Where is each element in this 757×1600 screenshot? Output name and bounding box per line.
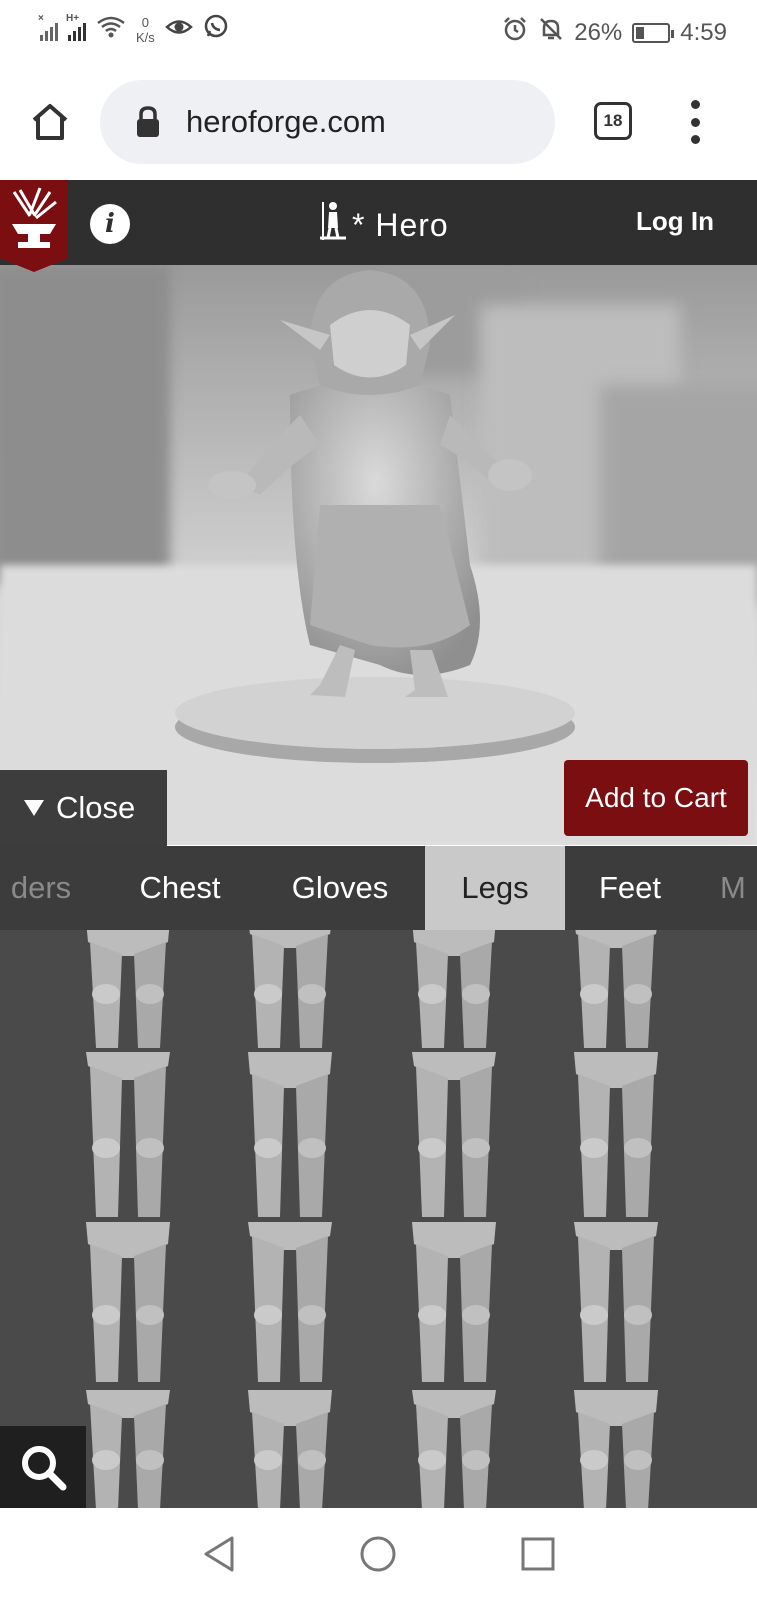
lock-icon [134, 104, 162, 140]
search-icon [22, 1446, 67, 1491]
leg-armor-option[interactable] [566, 1390, 666, 1508]
search-button[interactable] [0, 1426, 86, 1508]
leg-parts-grid [0, 930, 757, 1508]
home-icon[interactable] [26, 98, 74, 146]
clock: 4:59 [680, 18, 727, 46]
whatsapp-icon [203, 14, 229, 45]
wifi-icon [96, 15, 126, 44]
leg-armor-icon [86, 930, 170, 1048]
leg-armor-option[interactable] [404, 1222, 504, 1382]
leg-armor-icon [412, 930, 496, 1048]
tab-feet[interactable]: Feet [575, 846, 685, 930]
leg-armor-icon [248, 1390, 332, 1508]
home-nav-icon[interactable] [354, 1530, 402, 1578]
tab-gloves[interactable]: Gloves [270, 846, 410, 930]
back-nav-icon[interactable] [196, 1530, 244, 1578]
background-blur [0, 265, 170, 585]
leg-armor-icon [412, 1222, 496, 1382]
tab-chest[interactable]: Chest [120, 846, 240, 930]
leg-armor-icon [249, 930, 331, 1048]
sim2-signal-icon: H+ [66, 13, 86, 41]
leg-armor-option[interactable] [566, 1052, 666, 1217]
leg-armor-option[interactable] [566, 1222, 666, 1382]
leg-armor-icon [574, 1222, 658, 1382]
browser-toolbar: heroforge.com 18 [0, 64, 757, 180]
goblin-miniature [175, 270, 575, 763]
leg-armor-option[interactable] [78, 1222, 178, 1382]
url-text: heroforge.com [186, 104, 386, 139]
system-nav-bar [0, 1508, 757, 1600]
leg-armor-icon [412, 1052, 496, 1217]
leg-armor-option[interactable] [78, 1390, 178, 1508]
leg-armor-icon [575, 930, 657, 1048]
login-link[interactable]: Log In [636, 206, 714, 237]
leg-armor-option[interactable] [404, 1052, 504, 1217]
category-tabs: ders Chest Gloves Legs Feet M [0, 846, 757, 930]
leg-armor-icon [248, 1222, 332, 1382]
leg-armor-option[interactable] [566, 930, 666, 1048]
leg-armor-icon [86, 1390, 170, 1508]
network-speed: 0 K/s [136, 14, 155, 45]
leg-armor-icon [412, 1390, 496, 1508]
hero-title[interactable]: * Hero [318, 200, 449, 250]
leg-armor-option[interactable] [240, 930, 340, 1048]
leg-armor-icon [574, 1390, 658, 1508]
leg-armor-option[interactable] [240, 1222, 340, 1382]
more-menu-icon[interactable] [688, 100, 702, 144]
close-panel-button[interactable]: Close [0, 770, 167, 846]
hero-figure-icon [318, 200, 348, 250]
address-bar[interactable]: heroforge.com [100, 80, 555, 164]
notifications-off-icon [538, 16, 564, 49]
recents-nav-icon[interactable] [514, 1530, 562, 1578]
leg-armor-option[interactable] [78, 930, 178, 1048]
tab-shoulders[interactable]: ders [0, 846, 86, 930]
heroforge-logo[interactable] [0, 180, 68, 272]
status-bar: × H+ 0 K/s 26% 4:59 [0, 0, 757, 64]
leg-armor-option[interactable] [240, 1052, 340, 1217]
alarm-icon [502, 16, 528, 49]
battery-percent: 26% [574, 18, 623, 46]
tab-misc[interactable]: M [720, 846, 757, 930]
add-to-cart-button[interactable]: Add to Cart [564, 760, 748, 836]
eye-icon [164, 16, 193, 43]
leg-armor-icon [86, 1052, 170, 1217]
info-icon[interactable]: i [90, 204, 130, 244]
leg-armor-option[interactable] [78, 1052, 178, 1217]
leg-armor-icon [86, 1222, 170, 1382]
tab-legs[interactable]: Legs [425, 846, 565, 930]
leg-armor-icon [248, 1052, 332, 1217]
leg-armor-option[interactable] [240, 1390, 340, 1508]
miniature-3d-viewport[interactable] [0, 265, 757, 845]
battery-icon [632, 22, 675, 43]
leg-armor-option[interactable] [404, 930, 504, 1048]
caret-down-icon [24, 800, 44, 816]
sim1-signal-icon: × [38, 13, 58, 41]
leg-armor-icon [574, 1052, 658, 1217]
tab-switcher-button[interactable]: 18 [594, 102, 632, 140]
leg-armor-option[interactable] [404, 1390, 504, 1508]
